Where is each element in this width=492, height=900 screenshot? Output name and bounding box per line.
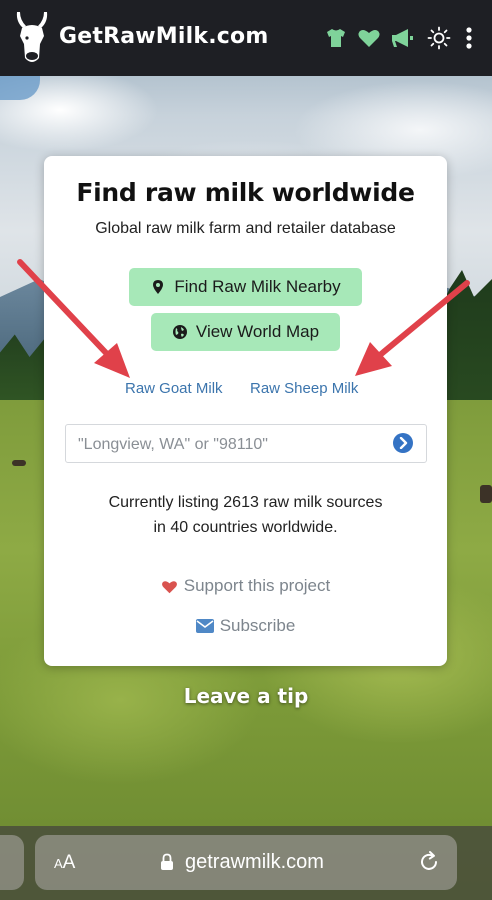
search-submit-button[interactable] <box>393 433 413 453</box>
raw-goat-milk-link[interactable]: Raw Goat Milk <box>125 380 223 397</box>
reload-icon[interactable] <box>417 850 441 874</box>
search-input[interactable] <box>76 425 380 464</box>
leave-tip-link[interactable]: Leave a tip <box>0 684 492 708</box>
url-text: getrawmilk.com <box>185 851 324 873</box>
chevron-right-icon <box>399 437 408 449</box>
listing-stats: Currently listing 2613 raw milk sources … <box>44 490 447 540</box>
raw-sheep-milk-link[interactable]: Raw Sheep Milk <box>250 380 358 397</box>
heart-icon <box>161 580 177 593</box>
brand-name[interactable]: GetRawMilk.com <box>59 24 268 49</box>
listing-line-1: Currently listing 2613 raw milk sources <box>108 494 383 511</box>
lock-icon <box>161 853 173 870</box>
world-map-label: View World Map <box>195 322 320 341</box>
globe-icon <box>172 325 187 339</box>
previous-tab-edge[interactable] <box>0 835 24 890</box>
find-nearby-button[interactable]: Find Raw Milk Nearby <box>129 268 362 306</box>
subscribe-link[interactable]: Subscribe <box>44 616 447 638</box>
kebab-menu-icon[interactable] <box>457 26 481 50</box>
page-title: Find raw milk worldwide <box>76 178 415 207</box>
find-nearby-label: Find Raw Milk Nearby <box>174 277 341 296</box>
listing-line-2: in 40 countries worldwide. <box>153 519 338 536</box>
envelope-icon <box>195 619 214 633</box>
site-header: GetRawMilk.com <box>0 0 492 76</box>
address-bar[interactable]: AA getrawmilk.com <box>35 835 457 890</box>
map-pin-icon <box>153 280 164 294</box>
support-project-link[interactable]: Support this project <box>44 576 447 599</box>
heart-icon[interactable] <box>357 26 381 50</box>
cow <box>480 485 492 503</box>
tshirt-icon[interactable] <box>324 26 348 50</box>
megaphone-icon[interactable] <box>390 26 414 50</box>
text-size-button[interactable]: AA <box>54 852 75 874</box>
cow <box>12 460 26 466</box>
location-search <box>65 424 427 464</box>
subscribe-label: Subscribe <box>219 616 296 635</box>
cow-logo-icon[interactable] <box>14 10 50 66</box>
world-map-button[interactable]: View World Map <box>151 313 340 351</box>
page-subtitle: Global raw milk farm and retailer databa… <box>95 220 396 237</box>
sun-icon[interactable] <box>427 26 451 50</box>
support-label: Support this project <box>183 576 331 595</box>
search-card: Find raw milk worldwide Global raw milk … <box>44 156 447 666</box>
